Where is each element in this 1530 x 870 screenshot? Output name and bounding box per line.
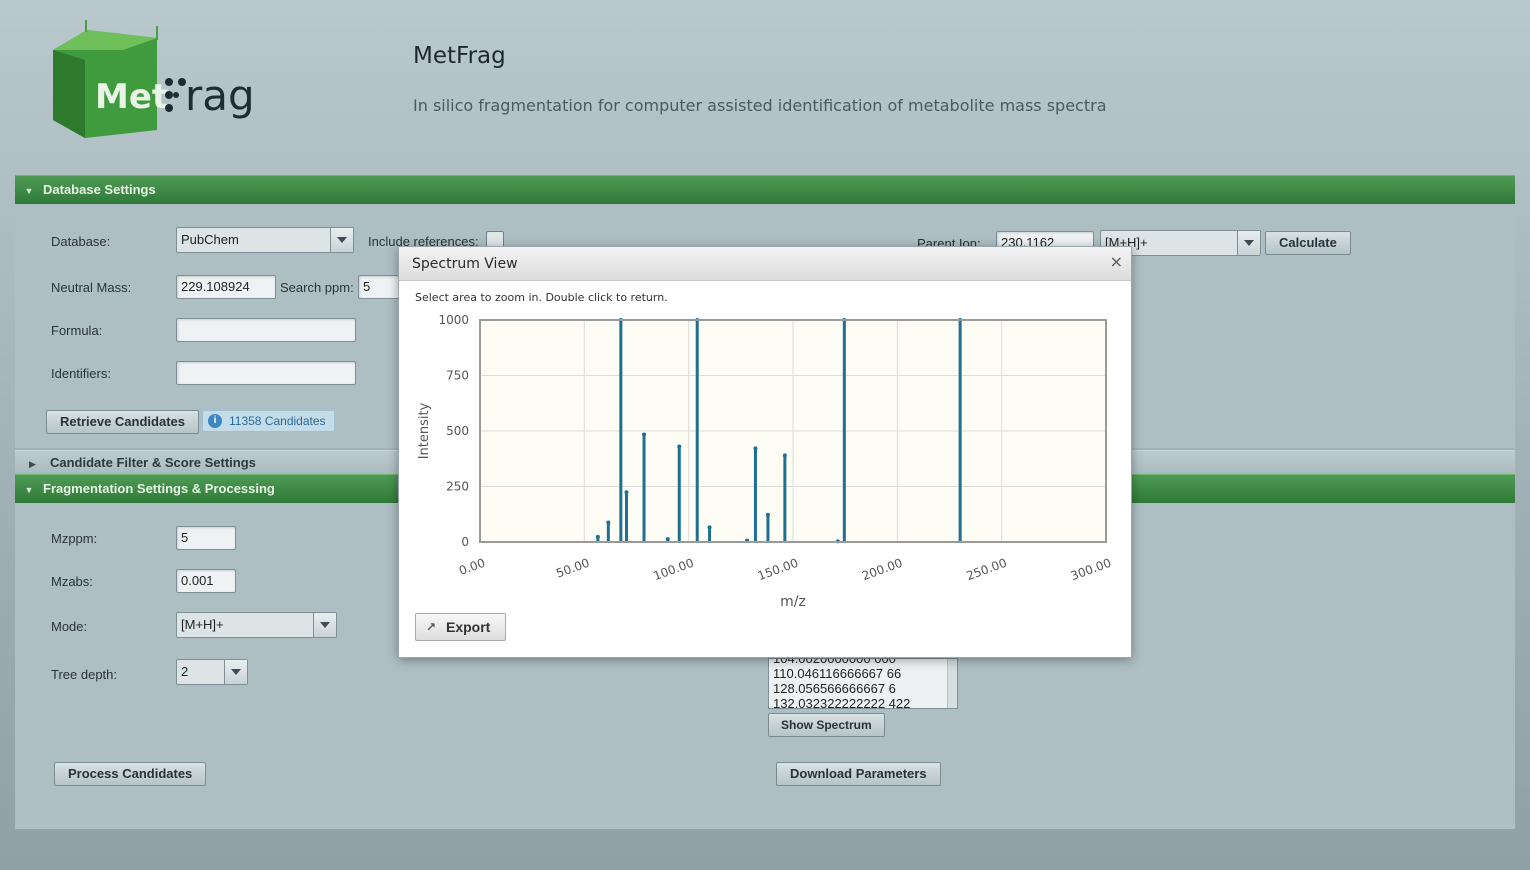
- mode-select[interactable]: [M+H]+: [176, 612, 337, 638]
- neutral-mass-input[interactable]: 229.108924: [176, 275, 276, 299]
- dialog-titlebar[interactable]: Spectrum View ×: [399, 247, 1131, 281]
- y-tick-label: 1000: [438, 313, 469, 327]
- download-parameters-button[interactable]: Download Parameters: [776, 762, 941, 786]
- peak-list-textarea[interactable]: 104.0020000000 000 110.046116666667 66 1…: [768, 658, 958, 709]
- mode-label: Mode:: [51, 619, 88, 634]
- y-tick-label: 250: [446, 480, 469, 494]
- x-tick-label: 0.00: [457, 556, 487, 578]
- close-icon[interactable]: ×: [1110, 252, 1123, 272]
- fragmentation-settings-title: Fragmentation Settings & Processing: [43, 481, 275, 496]
- chevron-down-icon[interactable]: [1237, 231, 1260, 255]
- spectrum-peak-marker[interactable]: [765, 512, 770, 517]
- collapse-arrow-icon: ▼: [24, 485, 34, 495]
- y-tick-label: 0: [461, 535, 469, 549]
- formula-label: Formula:: [51, 323, 103, 338]
- expand-arrow-icon: ▶: [29, 459, 36, 469]
- app-subtitle: In silico fragmentation for computer ass…: [413, 96, 1107, 115]
- database-select-value: PubChem: [181, 232, 239, 247]
- x-tick-label: 200.00: [860, 556, 904, 584]
- zoom-hint: Select area to zoom in. Double click to …: [415, 291, 668, 304]
- x-tick-label: 300.00: [1069, 556, 1113, 584]
- tree-depth-label: Tree depth:: [51, 667, 118, 682]
- neutral-mass-label: Neutral Mass:: [51, 280, 132, 295]
- y-tick-label: 750: [446, 369, 469, 383]
- spectrum-peak-marker[interactable]: [707, 525, 712, 530]
- show-spectrum-button[interactable]: Show Spectrum: [768, 713, 885, 737]
- chevron-down-icon[interactable]: [330, 228, 353, 252]
- mode-select-value: [M+H]+: [181, 617, 224, 632]
- mzabs-label: Mzabs:: [51, 574, 93, 589]
- identifiers-input[interactable]: [176, 361, 356, 385]
- calculate-button[interactable]: Calculate: [1265, 231, 1351, 255]
- spectrum-peak-marker[interactable]: [753, 446, 758, 451]
- logo-text-right: rag: [185, 71, 255, 120]
- app-title: MetFrag: [413, 43, 506, 69]
- y-tick-label: 500: [446, 424, 469, 438]
- x-tick-label: 100.00: [651, 556, 695, 584]
- spectrum-peak-marker[interactable]: [624, 490, 629, 495]
- spectrum-peak-marker[interactable]: [606, 520, 611, 525]
- identifiers-label: Identifiers:: [51, 366, 111, 381]
- x-tick-label: 50.00: [554, 556, 591, 581]
- spectrum-peak-marker[interactable]: [595, 534, 600, 539]
- spectrum-peak-marker[interactable]: [677, 444, 682, 449]
- mzppm-label: Mzppm:: [51, 531, 98, 546]
- export-label: Export: [446, 619, 491, 635]
- dialog-title: Spectrum View: [412, 256, 518, 272]
- chevron-down-icon[interactable]: [224, 660, 247, 684]
- peak-list-line: 104.0020000000 000: [773, 658, 896, 666]
- search-ppm-label: Search ppm:: [280, 280, 354, 295]
- mzabs-input[interactable]: 0.001: [176, 569, 236, 593]
- logo-text-left: Met: [95, 77, 168, 117]
- tree-depth-select[interactable]: 2: [176, 659, 248, 685]
- peak-list-line: 110.046116666667 66: [773, 666, 902, 681]
- spectrum-peak-marker[interactable]: [782, 453, 787, 458]
- formula-input[interactable]: [176, 318, 356, 342]
- candidates-count-badge: i 11358 Candidates: [202, 410, 335, 432]
- database-label: Database:: [51, 234, 111, 249]
- spectrum-peak-marker[interactable]: [665, 537, 670, 542]
- external-link-icon: ↗: [426, 620, 437, 634]
- spectrum-peak-marker[interactable]: [642, 432, 647, 437]
- mzppm-input[interactable]: 5: [176, 526, 236, 550]
- peak-list-line: 132.032322222222 422: [773, 696, 911, 709]
- metfrag-logo: Met rag: [45, 20, 285, 145]
- chevron-down-icon[interactable]: [313, 613, 336, 637]
- database-settings-title: Database Settings: [43, 182, 156, 197]
- database-settings-header[interactable]: ▼ Database Settings: [15, 175, 1515, 204]
- x-axis-label: m/z: [780, 594, 806, 607]
- spectrum-view-dialog: Spectrum View × Select area to zoom in. …: [398, 246, 1132, 658]
- peak-list-line: 128.056566666667 6: [773, 681, 896, 696]
- database-select[interactable]: PubChem: [176, 227, 354, 253]
- x-tick-label: 250.00: [964, 556, 1008, 584]
- retrieve-candidates-button[interactable]: Retrieve Candidates: [46, 410, 199, 434]
- scrollbar[interactable]: [947, 659, 957, 708]
- candidate-filter-title: Candidate Filter & Score Settings: [50, 455, 256, 470]
- candidates-count-text: 11358 Candidates: [229, 414, 326, 428]
- export-button[interactable]: ↗ Export: [415, 613, 506, 641]
- info-icon: i: [208, 414, 222, 428]
- x-tick-label: 150.00: [756, 556, 800, 584]
- spectrum-chart[interactable]: 0.00 50.00 100.00 150.00 200.00 250.00 300.00 0…: [399, 307, 1131, 607]
- collapse-arrow-icon: ▼: [24, 186, 34, 196]
- process-candidates-button[interactable]: Process Candidates: [54, 762, 207, 786]
- tree-depth-value: 2: [181, 664, 189, 679]
- y-axis-label: Intensity: [417, 402, 432, 459]
